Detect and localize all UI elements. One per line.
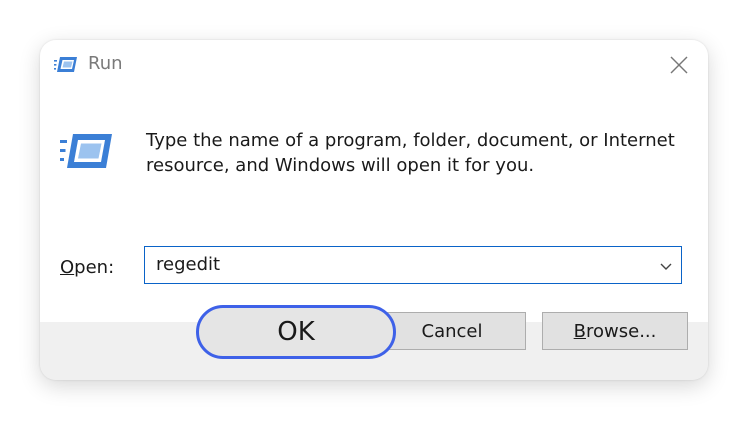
description-text: Type the name of a program, folder, docu…: [146, 128, 686, 178]
open-combobox[interactable]: regedit: [144, 246, 682, 284]
browse-label-rest: rowse...: [586, 320, 657, 342]
browse-button[interactable]: Browse...: [542, 312, 688, 350]
open-label-mnemonic: O: [60, 257, 75, 278]
description-line-1: Type the name of a program, folder, docu…: [146, 130, 675, 151]
run-icon: [54, 55, 78, 75]
dialog-content: Type the name of a program, folder, docu…: [40, 90, 708, 322]
open-label-rest: pen:: [74, 257, 115, 278]
run-dialog: Run Type the name of a program, folder, …: [40, 40, 708, 380]
open-label: Open:: [60, 257, 114, 278]
close-icon: [670, 56, 688, 74]
open-input-value[interactable]: regedit: [156, 254, 220, 275]
stage: Run Type the name of a program, folder, …: [0, 0, 750, 421]
title-bar: Run: [40, 40, 708, 90]
browse-mnemonic: B: [573, 320, 586, 342]
close-button[interactable]: [664, 50, 694, 80]
description-line-2: resource, and Windows will open it for y…: [146, 155, 535, 176]
ok-button[interactable]: OK: [196, 305, 396, 359]
window-title: Run: [88, 53, 123, 74]
cancel-button[interactable]: Cancel: [378, 312, 526, 350]
run-icon: [60, 130, 114, 174]
chevron-down-icon[interactable]: [659, 258, 673, 272]
